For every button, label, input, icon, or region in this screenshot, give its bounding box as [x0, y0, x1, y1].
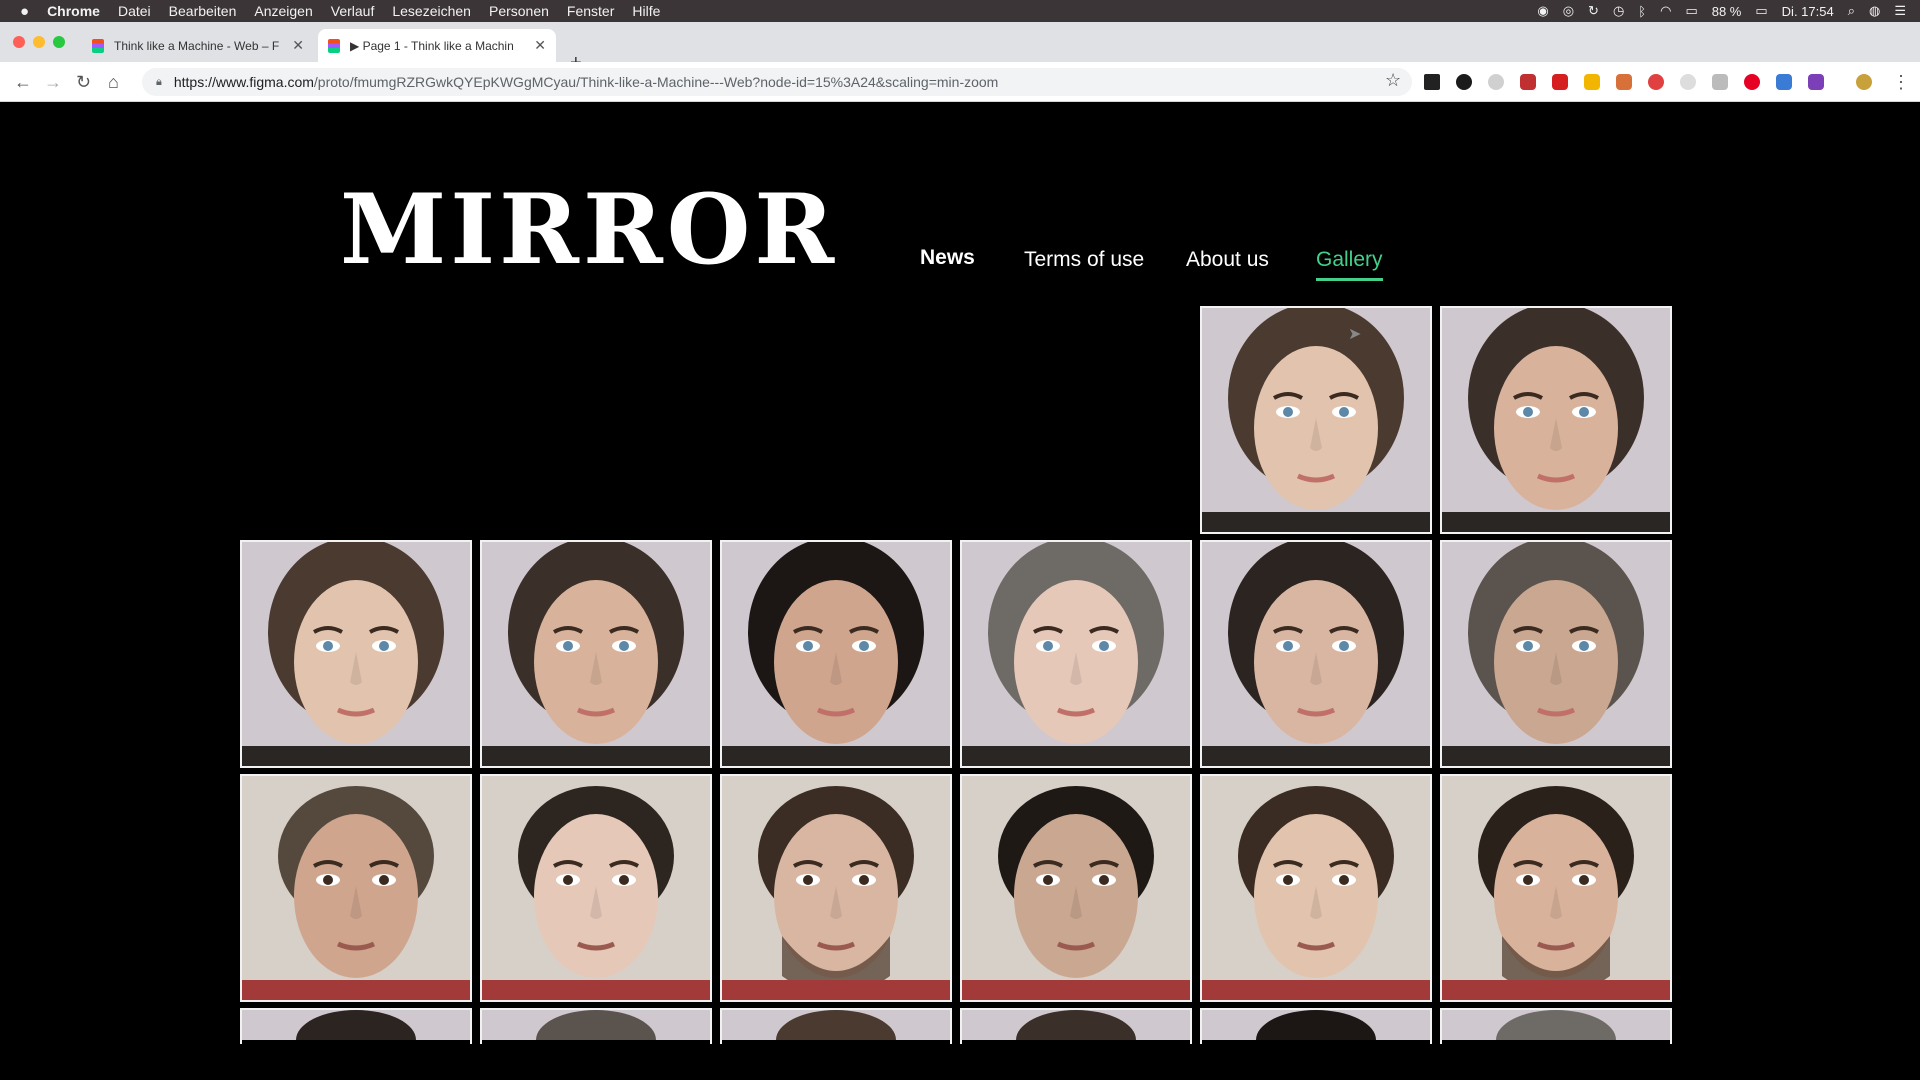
apple-icon[interactable]: ● [20, 3, 29, 20]
gallery-face-image[interactable] [480, 540, 712, 768]
browser-toolbar: ← → ↻ ⌂ 🔒︎ https://www.figma.com/proto/f… [0, 62, 1920, 102]
gallery-face-image[interactable] [720, 540, 952, 768]
gallery-face-image[interactable] [1440, 774, 1672, 1002]
browser-tab-strip: Think like a Machine - Web – F ✕ ▶ Page … [0, 22, 1920, 74]
time-machine-icon[interactable]: ◷ [1613, 3, 1624, 19]
extension-icon[interactable] [1552, 74, 1568, 90]
gallery-face-image[interactable] [960, 774, 1192, 1002]
bluetooth-icon[interactable]: ᛒ [1638, 4, 1646, 19]
menu-bearbeiten[interactable]: Bearbeiten [169, 3, 237, 19]
gallery-face-image[interactable] [240, 540, 472, 768]
gallery-face-image[interactable] [1200, 306, 1432, 534]
url-path: /proto/fmumgRZRGwkQYEpKWGgMCyau/Think-li… [313, 74, 999, 90]
battery-icon[interactable]: ▭ [1755, 3, 1767, 19]
creative-cloud-icon[interactable]: ◎ [1563, 3, 1574, 19]
gallery-face-image[interactable] [1440, 306, 1672, 534]
extension-icon[interactable] [1680, 74, 1696, 90]
extension-icon[interactable] [1424, 74, 1440, 90]
onenote-icon[interactable] [1808, 74, 1824, 90]
lock-icon[interactable]: 🔒︎ [156, 76, 162, 89]
extension-icon[interactable] [1520, 74, 1536, 90]
menu-chrome[interactable]: Chrome [47, 3, 100, 19]
sync-icon[interactable]: ↻ [1588, 3, 1599, 19]
close-window-button[interactable] [13, 36, 25, 48]
macos-menubar: ● Chrome Datei Bearbeiten Anzeigen Verla… [0, 0, 1920, 22]
maximize-window-button[interactable] [53, 36, 65, 48]
nav-about-us[interactable]: About us [1186, 248, 1269, 272]
gallery-face-image[interactable] [720, 1008, 952, 1044]
extension-icon[interactable] [1488, 74, 1504, 90]
nav-terms-of-use[interactable]: Terms of use [1024, 248, 1144, 272]
record-icon[interactable]: ◉ [1537, 3, 1548, 19]
extension-icon[interactable] [1648, 74, 1664, 90]
extension-icon[interactable] [1776, 74, 1792, 90]
gallery-face-image[interactable] [1200, 540, 1432, 768]
gallery-face-image[interactable] [1200, 774, 1432, 1002]
nav-news[interactable]: News [920, 246, 975, 270]
gallery-face-image[interactable] [480, 774, 712, 1002]
menu-verlauf[interactable]: Verlauf [331, 3, 375, 19]
address-bar[interactable]: 🔒︎ https://www.figma.com/proto/fmumgRZRG… [142, 68, 1412, 96]
extension-icon[interactable] [1584, 74, 1600, 90]
gallery-face-image[interactable] [1440, 540, 1672, 768]
home-icon[interactable]: ⌂ [108, 72, 119, 93]
gallery-face-image[interactable] [1440, 1008, 1672, 1044]
profile-avatar[interactable] [1856, 74, 1872, 90]
reload-icon[interactable]: ↻ [76, 72, 91, 93]
page-viewport: MIRROR News Terms of use About us Galler… [0, 102, 1920, 1080]
figma-icon [328, 38, 340, 53]
gallery-face-image[interactable] [720, 774, 952, 1002]
notification-center-icon[interactable]: ☰ [1894, 3, 1906, 19]
mouse-cursor: ➤ [1348, 326, 1362, 343]
menu-fenster[interactable]: Fenster [567, 3, 614, 19]
close-icon[interactable]: ✕ [292, 37, 304, 54]
menu-anzeigen[interactable]: Anzeigen [254, 3, 312, 19]
pinterest-icon[interactable] [1744, 74, 1760, 90]
siri-icon[interactable]: ◍ [1869, 3, 1880, 19]
extension-icon[interactable] [1616, 74, 1632, 90]
gallery-face-image[interactable] [480, 1008, 712, 1044]
close-icon[interactable]: ✕ [534, 37, 546, 54]
menu-hilfe[interactable]: Hilfe [632, 3, 660, 19]
tab-page-1-prototype[interactable]: ▶ Page 1 - Think like a Machin ✕ [318, 29, 556, 62]
menu-personen[interactable]: Personen [489, 3, 549, 19]
battery-percent[interactable]: 88 % [1712, 4, 1742, 19]
more-menu-icon[interactable]: ⋮ [1892, 72, 1910, 93]
bookmark-star-icon[interactable]: ☆ [1385, 70, 1401, 91]
gallery-face-image[interactable] [960, 1008, 1192, 1044]
url-host: https://www.figma.com [173, 74, 314, 90]
wifi-icon[interactable]: ◠ [1660, 3, 1671, 19]
gallery-face-image[interactable] [240, 774, 472, 1002]
site-logo[interactable]: MIRROR [340, 182, 838, 278]
nav-gallery[interactable]: Gallery [1316, 248, 1383, 281]
tab-title: Think like a Machine - Web – F [114, 38, 280, 53]
forward-arrow-icon[interactable]: → [44, 72, 62, 93]
back-arrow-icon[interactable]: ← [14, 72, 32, 93]
gallery-face-image[interactable] [960, 540, 1192, 768]
menu-lesezeichen[interactable]: Lesezeichen [392, 3, 471, 19]
extension-icon[interactable] [1712, 74, 1728, 90]
gallery-face-image[interactable] [1200, 1008, 1432, 1044]
gallery-face-image[interactable] [240, 1008, 472, 1044]
tab-think-like-a-machine-web[interactable]: Think like a Machine - Web – F ✕ [82, 29, 314, 62]
minimize-window-button[interactable] [33, 36, 45, 48]
tab-title: ▶ Page 1 - Think like a Machin [350, 38, 514, 53]
menu-datei[interactable]: Datei [118, 3, 151, 19]
spotlight-search-icon[interactable]: ⌕ [1848, 3, 1855, 19]
menubar-clock[interactable]: Di. 17:54 [1782, 4, 1834, 19]
extension-icon[interactable] [1456, 74, 1472, 90]
airplay-icon[interactable]: ▭ [1685, 3, 1697, 19]
figma-icon [92, 38, 104, 53]
